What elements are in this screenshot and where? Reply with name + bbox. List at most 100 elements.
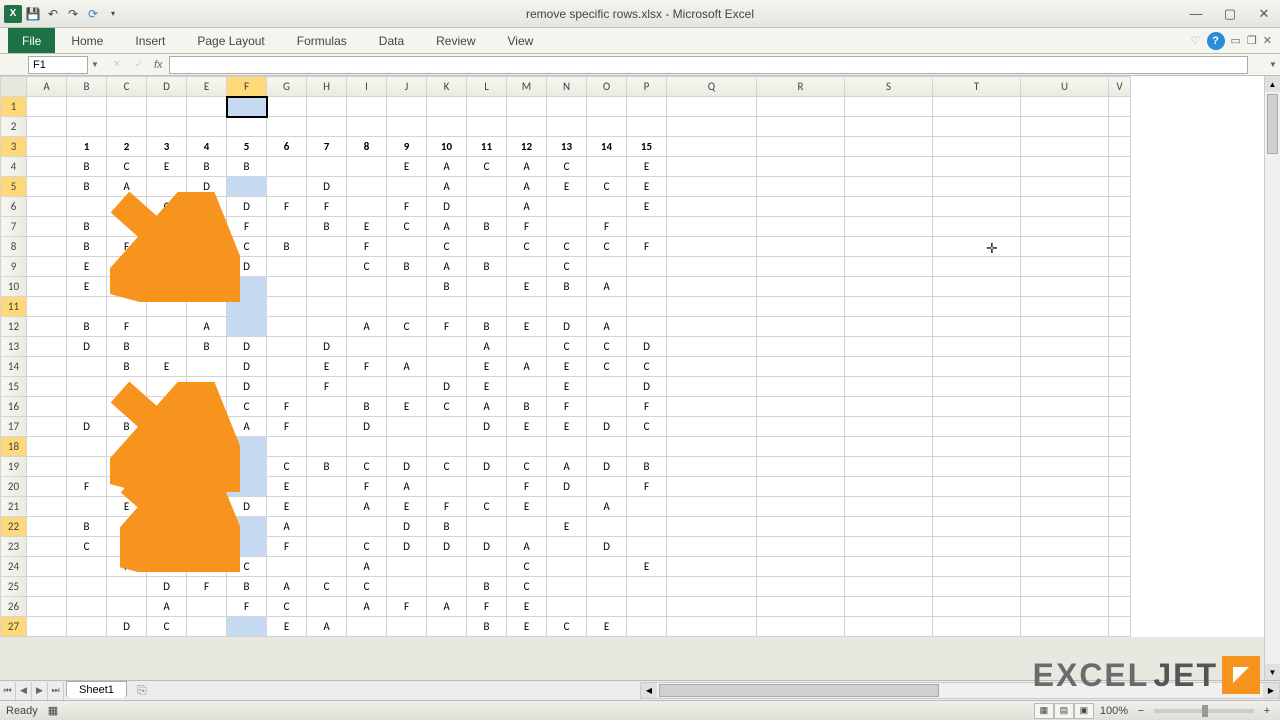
cell-E21[interactable]: D bbox=[187, 497, 227, 517]
cell-H9[interactable] bbox=[307, 257, 347, 277]
cell-V16[interactable] bbox=[1109, 397, 1131, 417]
cell-T18[interactable] bbox=[933, 437, 1021, 457]
cell-N18[interactable] bbox=[547, 437, 587, 457]
cell-M20[interactable]: F bbox=[507, 477, 547, 497]
cell-U22[interactable] bbox=[1021, 517, 1109, 537]
cell-B2[interactable] bbox=[67, 117, 107, 137]
col-header-P[interactable]: P bbox=[627, 77, 667, 97]
cell-M2[interactable] bbox=[507, 117, 547, 137]
cell-K17[interactable] bbox=[427, 417, 467, 437]
cell-N2[interactable] bbox=[547, 117, 587, 137]
cell-Q8[interactable] bbox=[667, 237, 757, 257]
cell-P20[interactable]: F bbox=[627, 477, 667, 497]
cell-G12[interactable] bbox=[267, 317, 307, 337]
cell-I26[interactable]: A bbox=[347, 597, 387, 617]
cell-N8[interactable]: C bbox=[547, 237, 587, 257]
cell-N5[interactable]: E bbox=[547, 177, 587, 197]
cell-D19[interactable] bbox=[147, 457, 187, 477]
sheet-nav-first-icon[interactable]: ⏮ bbox=[0, 682, 16, 700]
cell-H11[interactable] bbox=[307, 297, 347, 317]
cell-H26[interactable] bbox=[307, 597, 347, 617]
cell-C24[interactable]: F bbox=[107, 557, 147, 577]
cell-T12[interactable] bbox=[933, 317, 1021, 337]
cell-B14[interactable] bbox=[67, 357, 107, 377]
cell-T17[interactable] bbox=[933, 417, 1021, 437]
new-sheet-icon[interactable]: ⎘ bbox=[131, 683, 153, 699]
cell-O15[interactable] bbox=[587, 377, 627, 397]
cell-C26[interactable] bbox=[107, 597, 147, 617]
cell-D5[interactable] bbox=[147, 177, 187, 197]
view-normal-icon[interactable]: ▦ bbox=[1034, 703, 1054, 719]
cell-F17[interactable]: A bbox=[227, 417, 267, 437]
cell-E13[interactable]: B bbox=[187, 337, 227, 357]
tab-page-layout[interactable]: Page Layout bbox=[181, 28, 280, 53]
cell-E9[interactable]: D bbox=[187, 257, 227, 277]
minimize-button[interactable]: — bbox=[1184, 5, 1208, 23]
cell-K26[interactable]: A bbox=[427, 597, 467, 617]
cell-N6[interactable] bbox=[547, 197, 587, 217]
cell-F21[interactable]: D bbox=[227, 497, 267, 517]
cell-K27[interactable] bbox=[427, 617, 467, 637]
cell-M17[interactable]: E bbox=[507, 417, 547, 437]
cell-L6[interactable] bbox=[467, 197, 507, 217]
cell-D22[interactable] bbox=[147, 517, 187, 537]
cell-A24[interactable] bbox=[27, 557, 67, 577]
cell-Q11[interactable] bbox=[667, 297, 757, 317]
cell-O12[interactable]: A bbox=[587, 317, 627, 337]
row-header-12[interactable]: 12 bbox=[1, 317, 27, 337]
cell-S19[interactable] bbox=[845, 457, 933, 477]
cell-O11[interactable] bbox=[587, 297, 627, 317]
cell-N15[interactable]: E bbox=[547, 377, 587, 397]
cell-V13[interactable] bbox=[1109, 337, 1131, 357]
cell-K20[interactable] bbox=[427, 477, 467, 497]
cell-B17[interactable]: D bbox=[67, 417, 107, 437]
cell-T10[interactable] bbox=[933, 277, 1021, 297]
cell-P24[interactable]: E bbox=[627, 557, 667, 577]
cell-N23[interactable] bbox=[547, 537, 587, 557]
cell-E23[interactable]: B bbox=[187, 537, 227, 557]
cell-K7[interactable]: A bbox=[427, 217, 467, 237]
cell-P1[interactable] bbox=[627, 97, 667, 117]
cell-R19[interactable] bbox=[757, 457, 845, 477]
cell-D11[interactable] bbox=[147, 297, 187, 317]
cell-A16[interactable] bbox=[27, 397, 67, 417]
col-header-V[interactable]: V bbox=[1109, 77, 1131, 97]
cell-Q9[interactable] bbox=[667, 257, 757, 277]
cell-Q20[interactable] bbox=[667, 477, 757, 497]
vertical-scrollbar[interactable]: ▲ ▼ bbox=[1264, 76, 1280, 680]
cell-I18[interactable] bbox=[347, 437, 387, 457]
cell-G8[interactable]: B bbox=[267, 237, 307, 257]
cell-P12[interactable] bbox=[627, 317, 667, 337]
cell-P13[interactable]: D bbox=[627, 337, 667, 357]
cell-K4[interactable]: A bbox=[427, 157, 467, 177]
cell-M9[interactable] bbox=[507, 257, 547, 277]
cell-D10[interactable]: C bbox=[147, 277, 187, 297]
cell-G9[interactable] bbox=[267, 257, 307, 277]
cell-N4[interactable]: C bbox=[547, 157, 587, 177]
cell-J23[interactable]: D bbox=[387, 537, 427, 557]
cell-S12[interactable] bbox=[845, 317, 933, 337]
cell-I11[interactable] bbox=[347, 297, 387, 317]
sheet-nav-prev-icon[interactable]: ◀ bbox=[16, 682, 32, 700]
cell-G3[interactable]: 6 bbox=[267, 137, 307, 157]
cell-E15[interactable]: C bbox=[187, 377, 227, 397]
cell-H15[interactable]: F bbox=[307, 377, 347, 397]
cell-K19[interactable]: C bbox=[427, 457, 467, 477]
cell-U10[interactable] bbox=[1021, 277, 1109, 297]
tab-home[interactable]: Home bbox=[55, 28, 119, 53]
cell-B6[interactable] bbox=[67, 197, 107, 217]
cell-A8[interactable] bbox=[27, 237, 67, 257]
cell-A3[interactable] bbox=[27, 137, 67, 157]
undo-icon[interactable]: ↶ bbox=[44, 5, 62, 23]
cell-N9[interactable]: C bbox=[547, 257, 587, 277]
cell-P16[interactable]: F bbox=[627, 397, 667, 417]
cell-C4[interactable]: C bbox=[107, 157, 147, 177]
cell-U15[interactable] bbox=[1021, 377, 1109, 397]
cell-G26[interactable]: C bbox=[267, 597, 307, 617]
cell-H5[interactable]: D bbox=[307, 177, 347, 197]
save-icon[interactable]: 💾 bbox=[24, 5, 42, 23]
cell-D26[interactable]: A bbox=[147, 597, 187, 617]
tab-review[interactable]: Review bbox=[420, 28, 491, 53]
cell-T1[interactable] bbox=[933, 97, 1021, 117]
cell-M4[interactable]: A bbox=[507, 157, 547, 177]
